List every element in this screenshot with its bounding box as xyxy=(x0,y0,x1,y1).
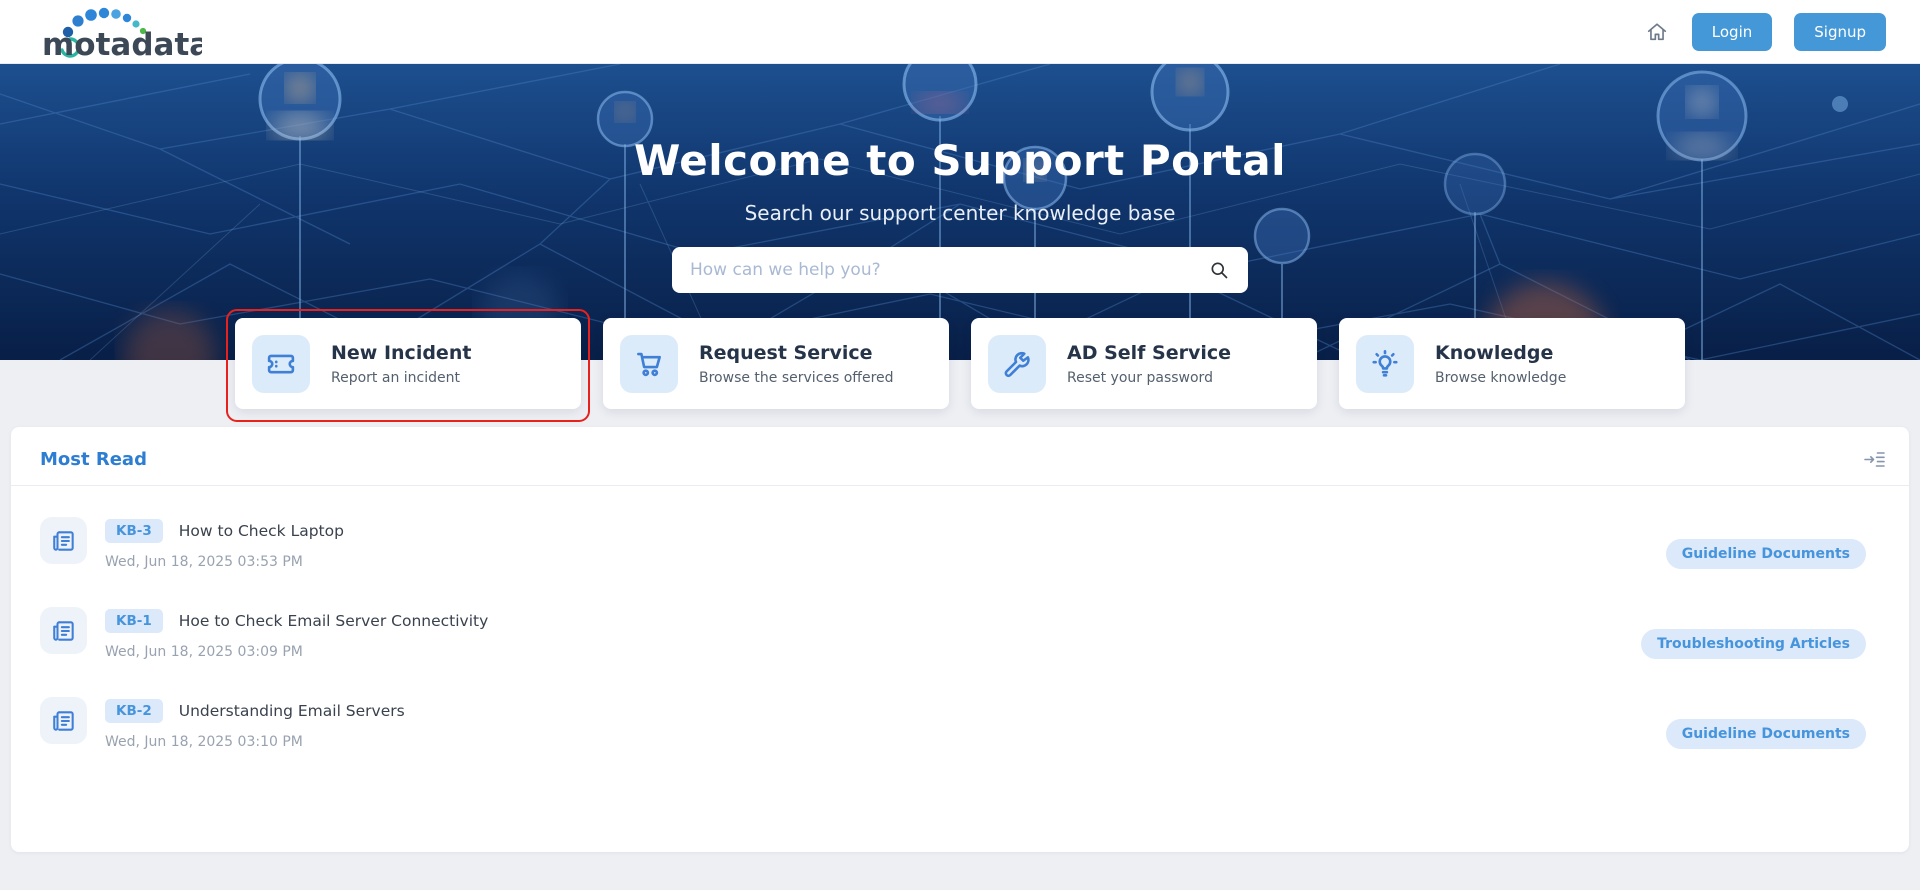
kb-article-row[interactable]: KB-3 How to Check Laptop Wed, Jun 18, 20… xyxy=(40,500,1880,590)
cart-icon xyxy=(620,335,678,393)
top-header: motadata Login Signup xyxy=(0,0,1920,64)
quick-actions-row: New Incident Report an incident Request … xyxy=(235,318,1685,409)
card-ad-self-service[interactable]: AD Self Service Reset your password xyxy=(971,318,1317,409)
card-title: Request Service xyxy=(699,342,894,364)
most-read-panel: Most Read KB-3 How to Check Laptop xyxy=(11,427,1909,852)
hero-subtitle: Search our support center knowledge base xyxy=(0,201,1920,225)
article-icon xyxy=(40,517,87,564)
kb-article-row[interactable]: KB-1 Hoe to Check Email Server Connectiv… xyxy=(40,590,1880,680)
card-request-service[interactable]: Request Service Browse the services offe… xyxy=(603,318,949,409)
signup-button[interactable]: Signup xyxy=(1794,13,1886,51)
card-knowledge[interactable]: Knowledge Browse knowledge xyxy=(1339,318,1685,409)
kb-article-row[interactable]: KB-2 Understanding Email Servers Wed, Ju… xyxy=(40,680,1880,770)
kb-id-badge: KB-1 xyxy=(105,609,163,633)
article-date: Wed, Jun 18, 2025 03:10 PM xyxy=(105,734,405,750)
article-date: Wed, Jun 18, 2025 03:09 PM xyxy=(105,644,488,660)
card-title: Knowledge xyxy=(1435,342,1566,364)
article-icon xyxy=(40,697,87,744)
card-subtitle: Browse the services offered xyxy=(699,370,894,386)
most-read-title: Most Read xyxy=(40,449,147,470)
card-subtitle: Reset your password xyxy=(1067,370,1231,386)
article-title[interactable]: Understanding Email Servers xyxy=(179,702,405,720)
search-icon[interactable] xyxy=(1206,257,1232,283)
hero-banner: Welcome to Support Portal Search our sup… xyxy=(0,64,1920,360)
search-bar[interactable] xyxy=(672,247,1248,293)
card-subtitle: Browse knowledge xyxy=(1435,370,1566,386)
article-category-tag[interactable]: Guideline Documents xyxy=(1666,719,1866,749)
kb-id-badge: KB-2 xyxy=(105,699,163,723)
motadata-logo-icon: motadata xyxy=(40,5,202,59)
card-title: AD Self Service xyxy=(1067,342,1231,364)
login-button[interactable]: Login xyxy=(1692,13,1772,51)
card-title: New Incident xyxy=(331,342,471,364)
article-title[interactable]: Hoe to Check Email Server Connectivity xyxy=(179,612,489,630)
article-category-tag[interactable]: Guideline Documents xyxy=(1666,539,1866,569)
bulb-icon xyxy=(1356,335,1414,393)
kb-id-badge: KB-3 xyxy=(105,519,163,543)
collapse-list-icon[interactable] xyxy=(1864,451,1885,468)
article-icon xyxy=(40,607,87,654)
hero-title: Welcome to Support Portal xyxy=(0,136,1920,185)
card-subtitle: Report an incident xyxy=(331,370,471,386)
motadata-logo[interactable]: motadata xyxy=(40,5,202,59)
article-title[interactable]: How to Check Laptop xyxy=(179,522,344,540)
wrench-icon xyxy=(988,335,1046,393)
search-input[interactable] xyxy=(690,260,1206,280)
article-date: Wed, Jun 18, 2025 03:53 PM xyxy=(105,554,344,570)
ticket-icon xyxy=(252,335,310,393)
article-category-tag[interactable]: Troubleshooting Articles xyxy=(1641,629,1866,659)
logo-text: motadata xyxy=(42,27,202,59)
card-new-incident[interactable]: New Incident Report an incident xyxy=(235,318,581,409)
home-icon[interactable] xyxy=(1644,19,1670,45)
